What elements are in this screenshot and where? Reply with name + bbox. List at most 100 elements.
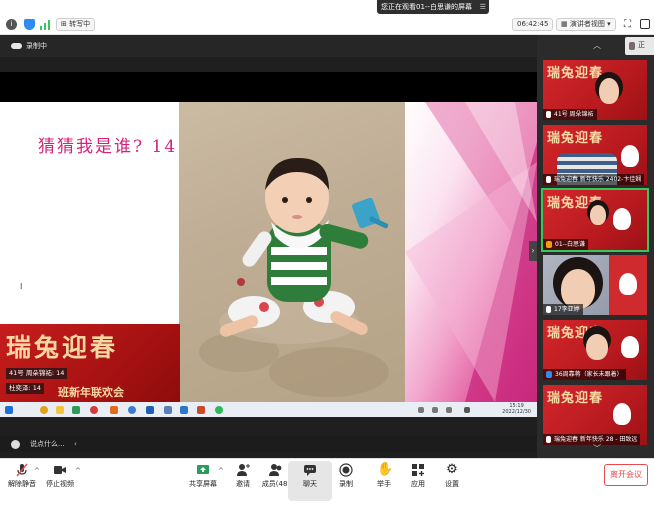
speaker-label-1: 41号 周朵锦祏: 14 <box>6 368 68 379</box>
app-icon <box>110 406 118 414</box>
signal-icon[interactable] <box>40 20 50 30</box>
rabbit-decoration <box>619 273 637 295</box>
mic-icon <box>546 306 551 313</box>
participant-name-label: 17李亚婷 <box>543 304 583 315</box>
user-icon <box>629 42 635 50</box>
rabbit-decoration <box>613 403 631 425</box>
participant-tile-active[interactable]: 瑞兔迎春 01--白思谦 <box>541 188 649 252</box>
recording-status-label: 录制中 <box>26 42 47 50</box>
participant-tile[interactable]: 瑞兔迎春 瑞兔迎春 新年快乐 2402-卞佳娴 <box>543 125 647 185</box>
share-screen-label: 共享屏幕 <box>189 480 217 488</box>
tray-icon <box>418 407 424 413</box>
record-icon <box>339 463 353 477</box>
shared-screen: 猜猜我是谁? 14 I 瑞兔迎春 41号 周朵锦祏: 14 杜奕泽: 14 班新… <box>0 72 537 417</box>
top-bar: 您正在观看01--白思谦的屏幕 ☰ i ⊞ 转写中 06:42:45 ▦ 演讲者… <box>0 0 654 35</box>
self-view-tab[interactable]: 正 <box>625 37 654 55</box>
chat-icon <box>303 463 317 477</box>
emoji-icon[interactable] <box>11 440 20 449</box>
rabbit-decoration <box>621 145 639 167</box>
browser-icon <box>40 406 48 414</box>
participant-face <box>590 205 606 225</box>
mic-icon <box>546 176 551 183</box>
participant-tile[interactable]: 瑞兔迎春 瑞兔迎春 新年快乐 28 - 田致远 <box>543 385 647 445</box>
panel-toggle-icon[interactable]: › <box>529 241 537 261</box>
banner-menu-icon[interactable]: ☰ <box>480 0 486 14</box>
mic-icon <box>546 436 551 443</box>
rabbit-decoration <box>621 336 639 358</box>
app-icon <box>72 406 80 414</box>
participant-tile[interactable]: 瑞兔迎春 36周靠蒋（家长未跟着） <box>543 320 647 380</box>
new-year-banner: 瑞兔迎春 41号 周朵锦祏: 14 杜奕泽: 14 班新年联欢会 <box>0 324 180 402</box>
add-user-icon <box>236 463 250 477</box>
app-icon <box>90 406 98 414</box>
rabbit-decoration <box>613 208 631 230</box>
shared-taskbar: 15:19 2022/12/30 <box>0 402 537 417</box>
transcribing-icon: ⊞ <box>61 20 70 28</box>
gear-icon: ⚙ <box>446 462 458 477</box>
transcribing-pill[interactable]: ⊞ 转写中 <box>56 18 96 31</box>
participant-name-label: 36周靠蒋（家长未跟着） <box>543 369 626 380</box>
tile-background-title: 瑞兔迎春 <box>547 66 604 81</box>
cloud-icon <box>11 43 22 49</box>
security-shield-icon[interactable] <box>24 19 35 30</box>
chat-input[interactable]: 说点什么... <box>30 436 65 452</box>
settings-label: 设置 <box>445 480 459 488</box>
mic-muted-icon <box>15 463 29 477</box>
chevron-up-icon[interactable]: ^ <box>75 467 81 475</box>
app-icon <box>180 406 188 414</box>
meeting-toolbar: 解除静音 ^ 停止视频 ^ 共享屏幕 ^ 邀请 成员(48) 聊天 录制 ✋ 举… <box>0 458 654 505</box>
participant-tile[interactable]: 17李亚婷 <box>543 255 647 315</box>
speaker-label-2: 杜奕泽: 14 <box>6 383 45 394</box>
chat-bar: 说点什么... ‹ <box>0 436 537 452</box>
taskbar-date: 2022/12/30 <box>502 409 531 415</box>
recording-status: 录制中 <box>0 35 537 57</box>
tile-background-title: 瑞兔迎春 <box>547 131 604 146</box>
apps-grid-icon <box>411 463 425 477</box>
collapse-chat-icon[interactable]: ‹ <box>74 436 77 452</box>
info-icon[interactable]: i <box>6 19 17 30</box>
viewing-banner-text: 您正在观看01--白思谦的屏幕 <box>381 3 472 11</box>
members-icon <box>269 463 283 477</box>
presentation-slide: 猜猜我是谁? 14 I 瑞兔迎春 41号 周朵锦祏: 14 杜奕泽: 14 班新… <box>0 102 537 402</box>
app-icon <box>128 406 136 414</box>
powerpoint-icon <box>197 406 205 414</box>
slide-title: 猜猜我是谁? 14 <box>38 137 178 157</box>
participant-face <box>586 334 608 360</box>
chevron-down-icon[interactable]: ﹀ <box>593 443 601 454</box>
participant-name-label: 01--白思谦 <box>543 239 588 250</box>
mic-icon <box>546 111 551 118</box>
fullscreen-icon[interactable]: ⛶ <box>624 19 631 30</box>
viewing-banner: 您正在观看01--白思谦的屏幕 ☰ <box>377 0 489 14</box>
side-panel-icon[interactable] <box>640 19 650 29</box>
tile-background-title: 瑞兔迎春 <box>547 391 604 406</box>
self-view-label: 正 <box>638 41 645 49</box>
participant-panel: ︿ 正 › 瑞兔迎春 41号 周朵锦祏 瑞兔迎春 瑞兔迎春 新年快乐 2402-… <box>529 35 654 458</box>
chevron-down-icon: ▾ <box>604 20 611 28</box>
start-icon <box>5 406 13 414</box>
app-icon <box>215 406 223 414</box>
settings-button[interactable]: ⚙ 设置 <box>430 461 474 501</box>
grid-icon: ▦ <box>561 20 570 28</box>
child-photo-illustration <box>199 157 389 397</box>
text-cursor-icon: I <box>20 282 23 291</box>
tray-icon <box>446 407 452 413</box>
participant-name-label: 41号 周朵锦祏 <box>543 109 597 120</box>
participant-name-label: 瑞兔迎春 新年快乐 2402-卞佳娴 <box>543 174 645 185</box>
banner-subtitle: 班新年联欢会 <box>58 386 124 399</box>
meeting-time: 06:42:45 <box>517 20 549 28</box>
chevron-up-icon[interactable]: ︿ <box>593 40 601 51</box>
participant-face <box>599 78 619 104</box>
participant-name-label: 瑞兔迎春 新年快乐 28 - 田致远 <box>543 434 641 445</box>
word-icon <box>146 406 154 414</box>
tray-icon <box>464 407 470 413</box>
hand-icon: ✋ <box>377 462 394 477</box>
app-icon <box>164 406 172 414</box>
leave-meeting-button[interactable]: 离开会议 <box>604 464 648 486</box>
taskbar-clock: 15:19 2022/12/30 <box>502 403 531 415</box>
slide-photo <box>179 102 405 402</box>
video-camera-icon <box>53 463 67 477</box>
view-switch-button[interactable]: ▦ 演讲者视图 ▾ <box>556 18 616 31</box>
main-share-area: 录制中 猜猜我是谁? 14 I 瑞兔迎春 41号 周朵锦祏: 14 杜奕泽: 1… <box>0 35 537 458</box>
participant-tile[interactable]: 瑞兔迎春 41号 周朵锦祏 <box>543 60 647 120</box>
pink-triangles <box>405 102 537 402</box>
